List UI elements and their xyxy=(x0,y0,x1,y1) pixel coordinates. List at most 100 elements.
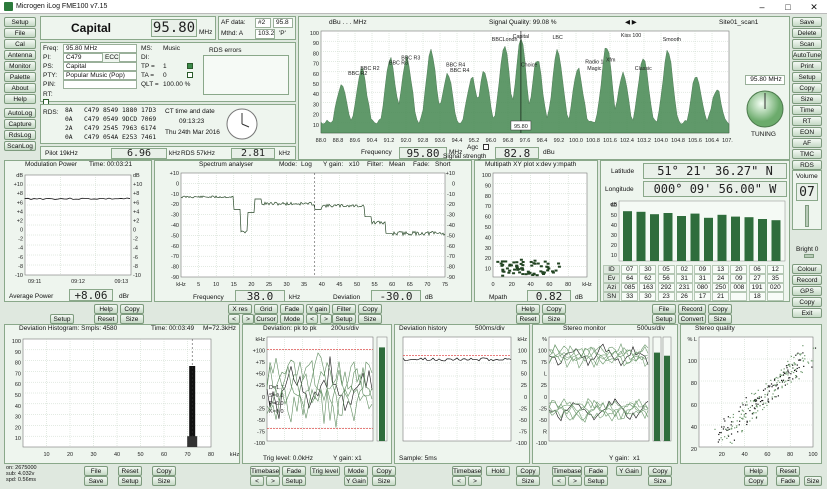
mp-size-button[interactable]: Size xyxy=(542,314,566,324)
mp-copy-button[interactable]: Copy xyxy=(542,304,566,314)
sa-x-res-button[interactable]: X res xyxy=(228,304,252,314)
gps-convert-button[interactable]: Convert xyxy=(678,314,706,324)
right-tmc-button[interactable]: TMC xyxy=(792,149,822,159)
sa-size-button[interactable]: Size xyxy=(358,314,382,324)
bright-slider[interactable] xyxy=(804,254,814,258)
sa-fade-button[interactable]: Fade xyxy=(280,304,304,314)
sa-y-gain-button[interactable]: Y gain xyxy=(306,304,330,314)
minimize-icon[interactable]: – xyxy=(749,0,775,14)
right-save-button[interactable]: Save xyxy=(792,17,822,27)
sa-arrow-button[interactable]: < xyxy=(306,314,318,324)
right-colour-button[interactable]: Colour xyxy=(792,264,822,274)
sa-cursor-button[interactable]: Cursor xyxy=(254,314,278,324)
sa-arrow-button[interactable]: > xyxy=(320,314,332,324)
close-icon[interactable]: ✕ xyxy=(801,0,827,14)
left-scanlog-button[interactable]: ScanLog xyxy=(4,141,36,151)
sa-arrow-button[interactable]: < xyxy=(228,314,240,324)
left-setup-button[interactable]: Setup xyxy=(4,17,36,27)
dhist-hold-button[interactable]: Hold xyxy=(486,466,510,476)
right-delete-button[interactable]: Delete xyxy=(792,28,822,38)
hist-copy-button[interactable]: Copy xyxy=(152,466,176,476)
right-print-button[interactable]: Print xyxy=(792,61,822,71)
sq-size-button[interactable]: Size xyxy=(804,476,822,486)
dhist-size-button[interactable]: Size xyxy=(516,476,540,486)
right-autotune-button[interactable]: AutoTune xyxy=(792,50,822,60)
sq-help-button[interactable]: Help xyxy=(744,466,768,476)
mp-reset-button[interactable]: Reset xyxy=(516,314,540,324)
right-af-button[interactable]: AF xyxy=(792,138,822,148)
right-size-button[interactable]: Size xyxy=(792,94,822,104)
right-gps-button[interactable]: GPS xyxy=(792,286,822,296)
dev-timebase-button[interactable]: Timebase xyxy=(250,466,280,476)
tuning-knob[interactable] xyxy=(745,89,785,129)
sa-grid-button[interactable]: Grid xyxy=(254,304,278,314)
hist-reset-button[interactable]: Reset xyxy=(118,466,142,476)
gps-copy-button[interactable]: Copy xyxy=(708,304,732,314)
dev-prev-button[interactable]: < xyxy=(250,476,264,486)
left-autolog-button[interactable]: AutoLog xyxy=(4,108,36,118)
right-rt-button[interactable]: RT xyxy=(792,116,822,126)
dhist-prev-button[interactable]: < xyxy=(452,476,466,486)
sa-arrow-button[interactable]: > xyxy=(242,314,254,324)
hist-file-button[interactable]: File xyxy=(84,466,108,476)
hist-save-button[interactable]: Save xyxy=(84,476,108,486)
right-rds-button[interactable]: RDS xyxy=(792,160,822,170)
dev-setup-button[interactable]: Setup xyxy=(282,476,306,486)
stereo-quality-graph[interactable]: % L1008060402020406080100R xyxy=(681,333,821,463)
dev-size-button[interactable]: Size xyxy=(372,476,396,486)
sq-copy-button[interactable]: Copy xyxy=(744,476,768,486)
stereo-monitor-graph[interactable]: % 100 75 L 25 0 -25 -50 R -100 xyxy=(533,333,677,451)
right-setup-button[interactable]: Setup xyxy=(792,72,822,82)
left-antenna-button[interactable]: Antenna xyxy=(4,50,36,60)
left-about-button[interactable]: About xyxy=(4,83,36,93)
modulation-graph[interactable]: dB +10 +8 +6 +4 +2 0 -2 -4 -6 -8 -10 dB +10 +8 +6 +4 +2 0 -… xyxy=(5,169,151,293)
dev-mode-button[interactable]: Mode xyxy=(344,466,368,476)
dev-copy-button[interactable]: Copy xyxy=(372,466,396,476)
mod-size-button[interactable]: Size xyxy=(120,314,144,324)
mp-help-button[interactable]: Help xyxy=(516,304,540,314)
dev-next-button[interactable]: > xyxy=(266,476,280,486)
dev-ygain-button[interactable]: Y Gain xyxy=(344,476,368,486)
gps-file-button[interactable]: File xyxy=(652,304,676,314)
sq-fade-button[interactable]: Fade xyxy=(776,476,800,486)
right-time-button[interactable]: Time xyxy=(792,105,822,115)
right-scan-button[interactable]: Scan xyxy=(792,39,822,49)
sa-copy-button[interactable]: Copy xyxy=(358,304,382,314)
right-copy-button[interactable]: Copy xyxy=(792,83,822,93)
left-file-button[interactable]: File xyxy=(4,28,36,38)
st-copy-button[interactable]: Copy xyxy=(648,466,672,476)
volume-slider[interactable] xyxy=(805,205,809,227)
dev-trig-level-button[interactable]: Trig level xyxy=(310,466,340,476)
mod-reset-button[interactable]: Reset xyxy=(94,314,118,324)
mod-copy-button[interactable]: Copy xyxy=(120,304,144,314)
deviation-graph[interactable]: kHz+100+75+50+250-25-50-75-100D=1.7S=0.0… xyxy=(243,333,391,451)
mod-setup-button[interactable]: Setup xyxy=(50,314,74,324)
mod-help-button[interactable]: Help xyxy=(94,304,118,314)
dhist-next-button[interactable]: > xyxy=(468,476,482,486)
sq-reset-button[interactable]: Reset xyxy=(776,466,800,476)
left-monitor-button[interactable]: Monitor xyxy=(4,61,36,71)
dhist-copy-button[interactable]: Copy xyxy=(516,466,540,476)
st-setup-button[interactable]: Setup xyxy=(584,476,608,486)
agc-checkbox[interactable] xyxy=(483,144,489,150)
left-palette-button[interactable]: Palette xyxy=(4,72,36,82)
left-cal-button[interactable]: Cal xyxy=(4,39,36,49)
sa-filter-button[interactable]: Filter xyxy=(332,304,356,314)
right-record-button[interactable]: Record xyxy=(792,275,822,285)
sa-graph[interactable]: +10 +10 0 0 -10 -10 -20 -20 -30 -30 -40 -40 -50 -50 -6… xyxy=(155,169,471,291)
scan-graph[interactable]: 100 90 80 70 60 50 40 30 20 10 88.0 88.8 89.6 90.4 91.… xyxy=(301,27,733,147)
left-rdslog-button[interactable]: RdsLog xyxy=(4,130,36,140)
dhist-timebase-button[interactable]: Timebase xyxy=(452,466,482,476)
multipath-graph[interactable]: 1009080706050403020100 20 40 60 80 kHz xyxy=(475,169,597,291)
st-timebase-button[interactable]: Timebase xyxy=(552,466,582,476)
gps-setup-button[interactable]: Setup xyxy=(652,314,676,324)
sa-setup-button[interactable]: Setup xyxy=(332,314,356,324)
hist-setup-button[interactable]: Setup xyxy=(118,476,142,486)
right-eon-button[interactable]: EON xyxy=(792,127,822,137)
left-capture-button[interactable]: Capture xyxy=(4,119,36,129)
hist-size-button[interactable]: Size xyxy=(152,476,176,486)
st-size-button[interactable]: Size xyxy=(648,476,672,486)
right-exit-button[interactable]: Exit xyxy=(792,308,822,318)
maximize-icon[interactable]: □ xyxy=(775,0,801,14)
dev-fade-button[interactable]: Fade xyxy=(282,466,306,476)
